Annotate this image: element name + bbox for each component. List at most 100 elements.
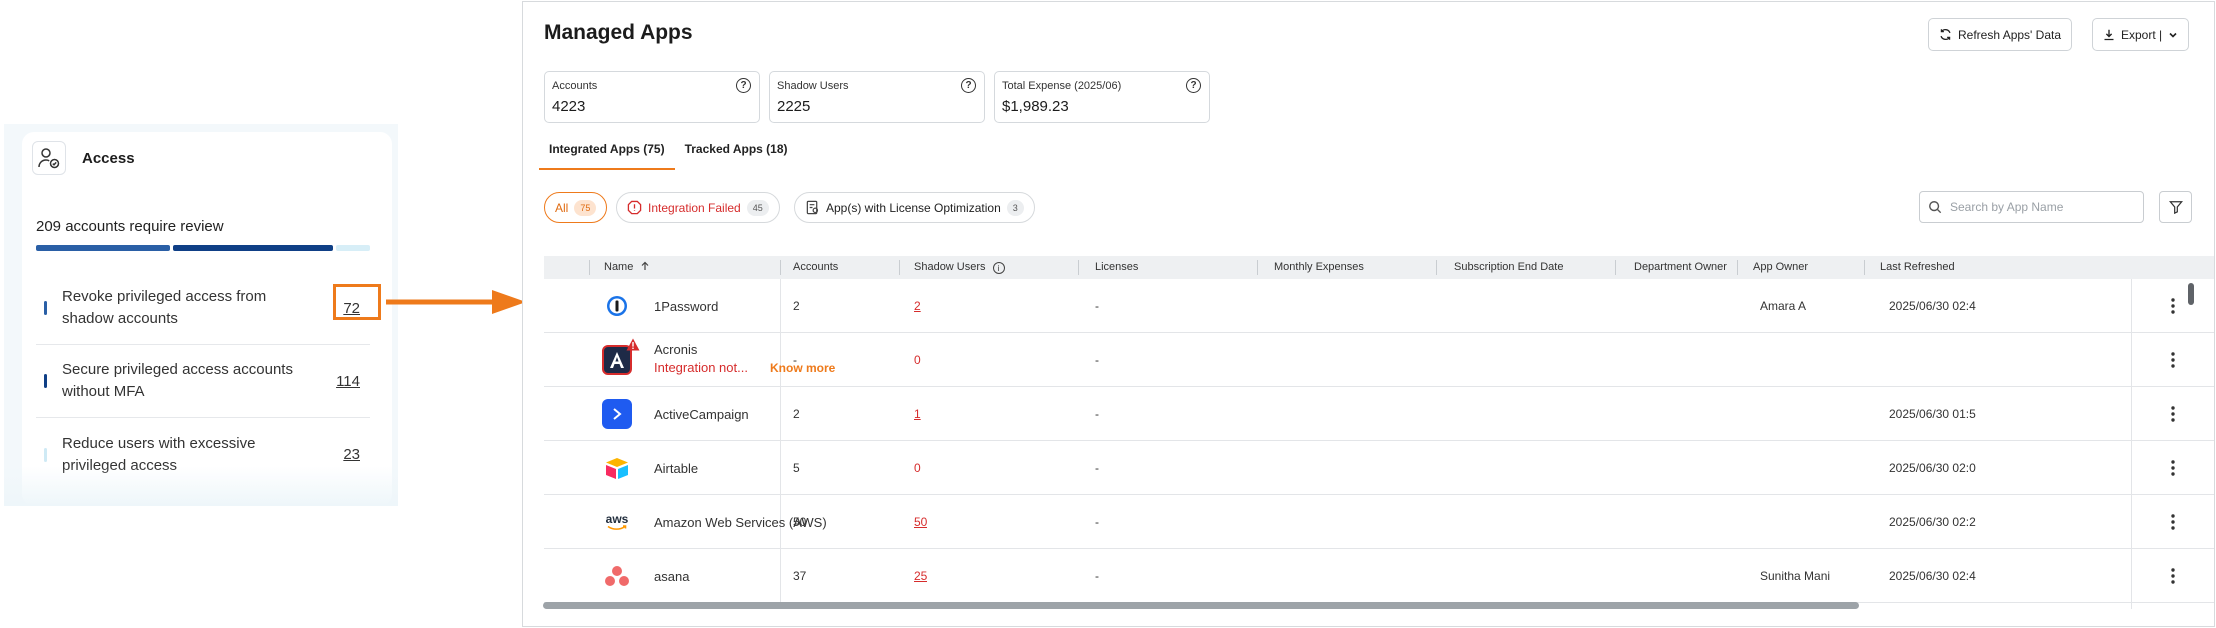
column-separator <box>1737 260 1738 275</box>
aws-logo-text: aws <box>605 512 629 526</box>
table-row[interactable]: Airtable 5 0 - 2025/06/30 02:0 <box>544 441 2214 495</box>
table-row[interactable]: asana 37 25 - Sunitha Mani 2025/06/30 02… <box>544 549 2214 603</box>
search-box <box>1919 191 2144 223</box>
item-color-bar <box>44 301 47 315</box>
table-header: Name Accounts Shadow Users i Licenses Mo… <box>544 256 2214 279</box>
last-refreshed-cell: 2025/06/30 01:5 <box>1889 407 1976 421</box>
filter-license-optimization[interactable]: App(s) with License Optimization 3 <box>794 192 1035 223</box>
licenses-cell: - <box>1095 407 1099 421</box>
table-row[interactable]: Acronis Integration not... Know more - 0… <box>544 333 2214 387</box>
accounts-cell: 2 <box>793 299 800 313</box>
shadow-users-link[interactable]: 50 <box>914 515 927 529</box>
refresh-label: Refresh Apps' Data <box>1958 27 2062 42</box>
stat-value: $1,989.23 <box>1002 98 1069 115</box>
shadow-users-cell: 2 <box>914 279 921 333</box>
app-name[interactable]: Airtable <box>654 441 698 495</box>
column-separator <box>1257 260 1258 275</box>
row-actions-kebab-icon[interactable] <box>2162 387 2184 441</box>
column-separator <box>1864 260 1865 275</box>
table-row[interactable]: ActiveCampaign 2 1 - 2025/06/30 01:5 <box>544 387 2214 441</box>
row-actions-kebab-icon[interactable] <box>2162 495 2184 549</box>
last-refreshed-cell: 2025/06/30 02:4 <box>1889 569 1976 583</box>
column-header-licenses[interactable]: Licenses <box>1095 256 1138 279</box>
shadow-users-value: 0 <box>914 353 921 367</box>
tab-integrated-apps[interactable]: Integrated Apps (75) <box>539 136 675 170</box>
shadow-users-cell: 25 <box>914 549 927 603</box>
know-more-link[interactable]: Know more <box>770 361 835 375</box>
shadow-users-link[interactable]: 1 <box>914 407 921 421</box>
progress-segment-excessive <box>336 245 370 251</box>
warning-triangle-icon <box>626 338 640 351</box>
column-header-label: Name <box>604 261 634 273</box>
filter-count-badge: 3 <box>1006 199 1024 216</box>
licenses-cell: - <box>1095 299 1099 313</box>
filter-label: All <box>555 200 569 215</box>
column-header-department-owner[interactable]: Department Owner <box>1634 256 1727 279</box>
filter-count-badge: 75 <box>574 199 597 216</box>
filter-count-badge: 45 <box>746 199 769 216</box>
highlight-box <box>333 284 381 320</box>
alert-octagon-icon <box>627 200 642 215</box>
review-progress-bar <box>36 245 370 251</box>
item-color-bar <box>44 374 47 388</box>
progress-segment-mfa <box>173 245 334 251</box>
licenses-cell: - <box>1095 515 1099 529</box>
app-name[interactable]: asana <box>654 549 689 603</box>
accounts-cell: 2 <box>793 407 800 421</box>
refresh-icon <box>1940 29 1951 40</box>
column-header-last-refreshed[interactable]: Last Refreshed <box>1880 256 1955 279</box>
export-button[interactable]: Export | <box>2092 18 2190 51</box>
app-name[interactable]: ActiveCampaign <box>654 387 749 441</box>
horizontal-scrollbar[interactable] <box>543 602 1859 609</box>
app-owner-cell: Amara A <box>1760 299 1807 313</box>
column-header-name[interactable]: Name <box>604 256 650 279</box>
row-actions-kebab-icon[interactable] <box>2162 333 2184 387</box>
tab-tracked-apps[interactable]: Tracked Apps (18) <box>675 136 798 170</box>
column-separator <box>1615 260 1616 275</box>
shadow-users-link[interactable]: 2 <box>914 299 921 313</box>
filter-all[interactable]: All 75 <box>544 192 608 223</box>
help-icon[interactable]: ? <box>736 78 751 93</box>
column-separator <box>780 260 781 275</box>
table-row[interactable]: aws Amazon Web Services (AWS) 50 50 - 20… <box>544 495 2214 549</box>
stat-label: Total Expense (2025/06) <box>1002 80 1122 92</box>
filter-label: Integration Failed <box>648 200 741 215</box>
vertical-scrollbar[interactable] <box>2188 283 2194 305</box>
access-item-count-link[interactable]: 114 <box>336 373 360 390</box>
row-actions-kebab-icon[interactable] <box>2162 279 2184 333</box>
page-title: Managed Apps <box>544 21 693 44</box>
filter-button[interactable] <box>2159 191 2192 223</box>
column-header-app-owner[interactable]: App Owner <box>1753 256 1808 279</box>
shadow-users-cell: 0 <box>914 441 921 495</box>
stat-label: Accounts <box>552 80 598 92</box>
row-actions-kebab-icon[interactable] <box>2162 549 2184 603</box>
refresh-apps-button[interactable]: Refresh Apps' Data <box>1928 18 2073 51</box>
table-row[interactable]: 1Password 2 2 - Amara A 2025/06/30 02:4 <box>544 279 2214 333</box>
app-name[interactable]: 1Password <box>654 279 718 333</box>
column-header-shadow-users[interactable]: Shadow Users i <box>914 256 1005 279</box>
last-refreshed-cell: 2025/06/30 02:2 <box>1889 515 1976 529</box>
last-refreshed-cell: 2025/06/30 02:4 <box>1889 299 1976 313</box>
help-icon[interactable]: ? <box>961 78 976 93</box>
row-actions-kebab-icon[interactable] <box>2162 441 2184 495</box>
access-item-count-link[interactable]: 23 <box>343 446 360 463</box>
licenses-cell: - <box>1095 569 1099 583</box>
stat-value: 2225 <box>777 98 811 115</box>
column-header-monthly-expenses[interactable]: Monthly Expenses <box>1274 256 1364 279</box>
column-header-subscription-end-date[interactable]: Subscription End Date <box>1454 256 1563 279</box>
shadow-users-cell: 1 <box>914 387 921 441</box>
info-icon[interactable]: i <box>992 262 1005 274</box>
license-document-icon <box>806 200 819 215</box>
help-icon[interactable]: ? <box>1186 78 1201 93</box>
stat-shadow-users: Shadow Users 2225 ? <box>769 71 985 123</box>
shadow-users-value: 0 <box>914 461 921 475</box>
filter-integration-failed[interactable]: Integration Failed 45 <box>616 192 780 223</box>
filter-icon <box>2168 201 2183 214</box>
search-input[interactable] <box>1950 200 2130 214</box>
stat-total-expense: Total Expense (2025/06) $1,989.23 ? <box>994 71 1210 123</box>
access-item-label: Revoke privileged access from shadow acc… <box>62 288 267 327</box>
aws-logo-icon: aws <box>602 507 632 537</box>
app-name[interactable]: Acronis <box>654 342 697 357</box>
shadow-users-link[interactable]: 25 <box>914 569 927 583</box>
column-header-accounts[interactable]: Accounts <box>793 256 838 279</box>
